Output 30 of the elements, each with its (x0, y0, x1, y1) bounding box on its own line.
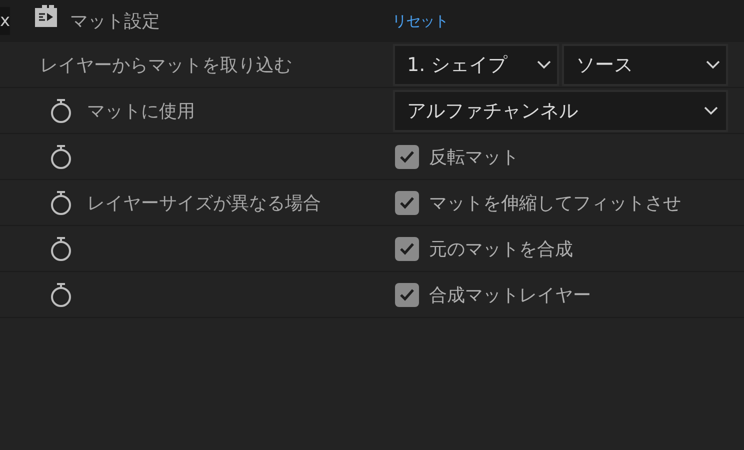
checkbox[interactable] (395, 190, 419, 214)
stopwatch-icon[interactable] (49, 236, 73, 262)
property-label: レイヤーサイズが異なる場合 (87, 192, 321, 214)
chevron-icon (706, 60, 720, 69)
checkbox[interactable] (395, 144, 419, 168)
dropdown[interactable]: 1. シェイプ (393, 44, 559, 86)
effect-icon (34, 4, 58, 28)
property-label: マットに使用 (87, 100, 195, 122)
checkbox[interactable] (395, 236, 419, 260)
stopwatch-icon[interactable] (49, 190, 73, 216)
chevron-icon (537, 60, 551, 69)
checkbox-label: マットを伸縮してフィットさせ (429, 192, 681, 214)
check-icon (399, 242, 415, 256)
dropdown[interactable]: ソース (562, 44, 728, 86)
check-icon (399, 288, 415, 302)
check-icon (399, 196, 415, 210)
stopwatch-icon[interactable] (49, 144, 73, 170)
checkbox-label: 反転マット (429, 146, 519, 168)
chevron-icon (704, 106, 718, 115)
stopwatch-icon[interactable] (49, 98, 73, 124)
stopwatch-icon[interactable] (49, 282, 73, 308)
property-label: レイヤーからマットを取り込む (40, 54, 292, 76)
dropdown[interactable]: アルファチャンネル (393, 90, 728, 132)
close-button[interactable]: x (0, 7, 10, 35)
reset-link[interactable]: リセット (392, 12, 448, 30)
checkbox[interactable] (395, 282, 419, 306)
checkbox-label: 合成マットレイヤー (429, 284, 591, 306)
checkbox-label: 元のマットを合成 (429, 238, 573, 260)
effect-title: マット設定 (70, 10, 161, 33)
check-icon (399, 150, 415, 164)
